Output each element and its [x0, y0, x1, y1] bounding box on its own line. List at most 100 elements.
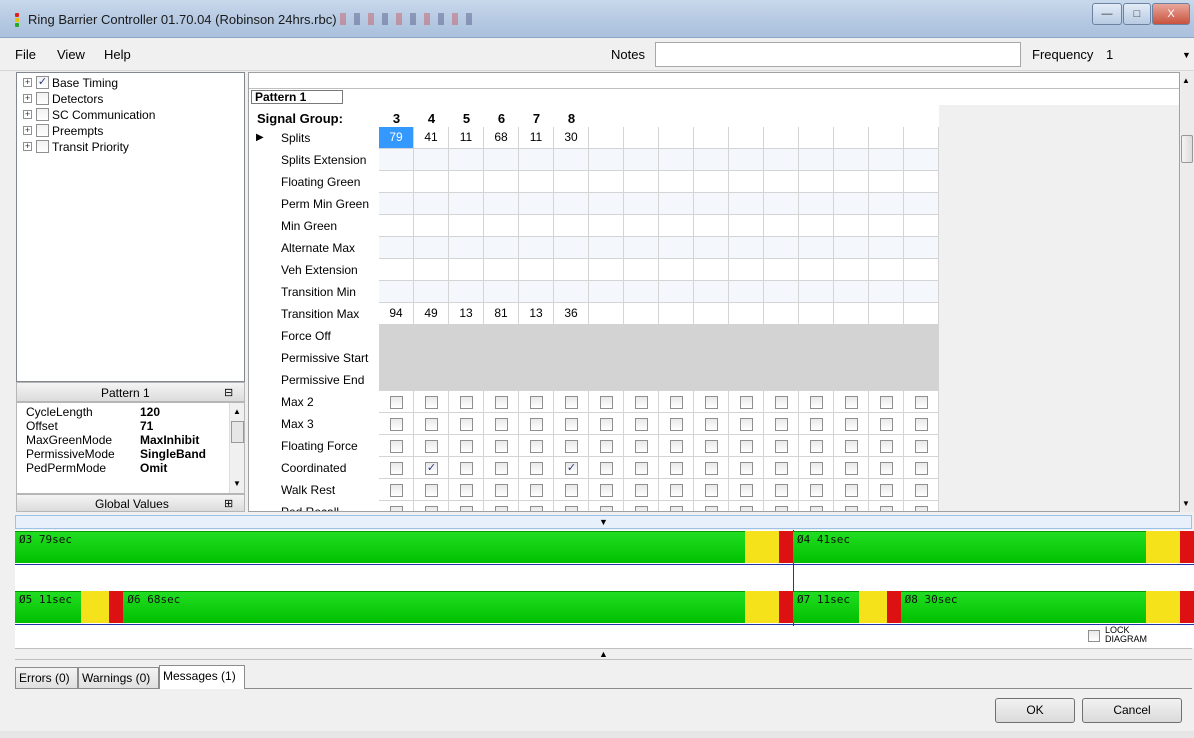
grid-checkbox[interactable] — [880, 440, 893, 453]
grid-cell[interactable] — [379, 413, 414, 435]
grid-cell[interactable] — [589, 479, 624, 501]
grid-cell[interactable] — [484, 237, 519, 259]
grid-cell[interactable] — [519, 149, 554, 171]
grid-cell[interactable] — [799, 369, 834, 391]
grid-cell[interactable] — [694, 215, 729, 237]
grid-cell[interactable] — [624, 479, 659, 501]
grid-cell[interactable] — [904, 171, 939, 193]
grid-cell[interactable] — [449, 435, 484, 457]
grid-cell[interactable] — [659, 479, 694, 501]
grid-cell[interactable]: 36 — [554, 303, 589, 325]
grid-cell[interactable] — [834, 479, 869, 501]
grid-cell[interactable] — [694, 149, 729, 171]
grid-cell[interactable] — [449, 149, 484, 171]
frequency-select[interactable]: 1 — [1100, 42, 1192, 67]
grid-cell[interactable] — [414, 237, 449, 259]
scroll-down-icon[interactable]: ▼ — [1182, 499, 1190, 508]
grid-cell[interactable] — [519, 347, 554, 369]
grid-checkbox[interactable] — [530, 484, 543, 497]
grid-checkbox[interactable] — [565, 418, 578, 431]
grid-checkbox[interactable] — [705, 484, 718, 497]
grid-cell[interactable] — [554, 193, 589, 215]
scroll-up-icon[interactable]: ▲ — [233, 407, 241, 416]
grid-cell[interactable] — [694, 457, 729, 479]
grid-checkbox[interactable] — [705, 440, 718, 453]
grid-cell[interactable] — [659, 193, 694, 215]
grid-cell[interactable] — [449, 457, 484, 479]
collapse-up-icon[interactable]: ▲ — [599, 649, 608, 659]
grid-checkbox[interactable] — [565, 484, 578, 497]
tree-checkbox[interactable] — [36, 124, 49, 137]
expand-icon[interactable]: + — [23, 142, 32, 151]
grid-cell[interactable] — [484, 193, 519, 215]
scroll-down-icon[interactable]: ▼ — [233, 479, 241, 488]
grid-checkbox[interactable] — [880, 484, 893, 497]
grid-cell[interactable] — [869, 391, 904, 413]
grid-cell[interactable] — [764, 325, 799, 347]
grid-cell[interactable] — [834, 193, 869, 215]
top-splitter[interactable]: ▼ — [15, 515, 1192, 529]
grid-cell[interactable] — [414, 259, 449, 281]
grid-checkbox[interactable] — [425, 484, 438, 497]
chevron-down-icon[interactable]: ▼ — [1182, 50, 1191, 60]
grid-cell[interactable] — [484, 171, 519, 193]
grid-cell[interactable] — [624, 149, 659, 171]
grid-checkbox[interactable] — [775, 396, 788, 409]
grid-cell[interactable] — [484, 501, 519, 511]
minimize-button[interactable]: — — [1092, 3, 1122, 25]
phase-bar[interactable]: Ø7 11sec — [793, 591, 901, 623]
tree-checkbox[interactable] — [36, 92, 49, 105]
grid-cell[interactable] — [589, 457, 624, 479]
grid-cell[interactable] — [624, 501, 659, 511]
grid-cell[interactable]: 30 — [554, 127, 589, 149]
expand-icon[interactable]: + — [23, 78, 32, 87]
grid-cell[interactable] — [799, 501, 834, 511]
grid-cell[interactable] — [379, 171, 414, 193]
grid-checkbox[interactable] — [705, 396, 718, 409]
grid-cell[interactable] — [659, 347, 694, 369]
grid-cell[interactable] — [519, 171, 554, 193]
grid-cell[interactable] — [729, 149, 764, 171]
grid-cell[interactable] — [834, 281, 869, 303]
grid-cell[interactable]: 79 — [379, 127, 414, 149]
grid-checkbox[interactable] — [775, 484, 788, 497]
grid-cell[interactable] — [414, 369, 449, 391]
grid-cell[interactable] — [414, 479, 449, 501]
grid-checkbox[interactable] — [740, 418, 753, 431]
grid-cell[interactable] — [554, 149, 589, 171]
expand-icon[interactable]: + — [23, 94, 32, 103]
grid-cell[interactable] — [554, 171, 589, 193]
grid-checkbox[interactable] — [495, 440, 508, 453]
grid-cell[interactable] — [624, 413, 659, 435]
grid-cell[interactable] — [484, 259, 519, 281]
grid-cell[interactable] — [694, 435, 729, 457]
grid-checkbox[interactable] — [810, 484, 823, 497]
grid-cell[interactable] — [414, 281, 449, 303]
grid-checkbox[interactable] — [390, 484, 403, 497]
grid-cell[interactable] — [554, 413, 589, 435]
grid-cell[interactable] — [554, 281, 589, 303]
grid-checkbox[interactable] — [670, 506, 683, 511]
grid-checkbox[interactable] — [425, 506, 438, 511]
grid-cell[interactable] — [484, 369, 519, 391]
grid-cell[interactable] — [624, 259, 659, 281]
grid-cell[interactable] — [869, 413, 904, 435]
grid-cell[interactable] — [729, 171, 764, 193]
grid-cell[interactable] — [729, 457, 764, 479]
grid-cell[interactable] — [554, 391, 589, 413]
grid-cell[interactable] — [694, 325, 729, 347]
property-value[interactable]: 120 — [140, 405, 160, 419]
grid-cell[interactable] — [414, 193, 449, 215]
grid-cell[interactable] — [379, 501, 414, 511]
grid-cell[interactable] — [834, 149, 869, 171]
grid-cell[interactable]: 13 — [449, 303, 484, 325]
grid-cell[interactable]: ✓ — [554, 457, 589, 479]
grid-cell[interactable] — [729, 479, 764, 501]
grid-cell[interactable] — [799, 457, 834, 479]
grid-cell[interactable] — [729, 347, 764, 369]
grid-cell[interactable] — [659, 171, 694, 193]
grid-cell[interactable] — [659, 457, 694, 479]
grid-cell[interactable] — [764, 347, 799, 369]
grid-cell[interactable] — [589, 435, 624, 457]
grid-cell[interactable] — [519, 457, 554, 479]
